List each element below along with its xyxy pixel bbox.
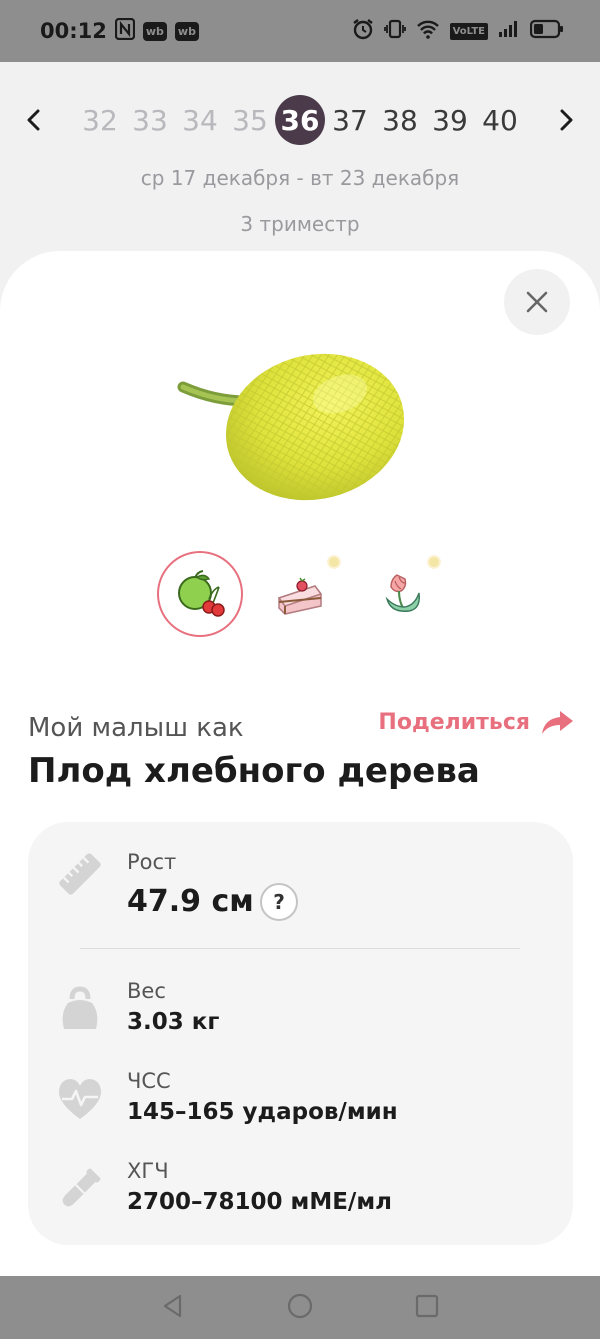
test-tube-icon bbox=[56, 1165, 104, 1213]
week-item[interactable]: 32 bbox=[75, 95, 125, 145]
volte-badge: VoLTE bbox=[449, 22, 488, 40]
variant-fruit-button[interactable] bbox=[157, 551, 243, 637]
comparison-caption: Мой малыш как bbox=[28, 713, 244, 743]
variant-flower-button[interactable] bbox=[357, 551, 443, 637]
week-item[interactable]: 37 bbox=[325, 95, 375, 145]
stat-value: 3.03 кг bbox=[127, 1009, 220, 1035]
comparison-variant-selector bbox=[0, 551, 600, 641]
cake-icon bbox=[277, 577, 323, 615]
variant-cake-button[interactable] bbox=[257, 551, 343, 637]
wifi-icon bbox=[416, 19, 440, 43]
back-icon[interactable] bbox=[160, 1293, 186, 1323]
fruit-sheet: Мой малыш как Поделиться Плод хлебного д… bbox=[0, 251, 600, 1276]
share-label: Поделиться bbox=[378, 709, 530, 735]
week-item[interactable]: 38 bbox=[375, 95, 425, 145]
vibrate-icon bbox=[383, 18, 406, 44]
week-item[interactable]: 39 bbox=[425, 95, 475, 145]
home-icon[interactable] bbox=[286, 1292, 314, 1324]
flower-icon bbox=[385, 574, 420, 612]
stat-label: Вес bbox=[127, 979, 166, 1003]
week-item-active[interactable]: 36 bbox=[275, 95, 325, 145]
week-selector: 32 33 34 35 36 37 38 39 40 ср 17 декабря… bbox=[0, 62, 600, 262]
fruit-name: Плод хлебного дерева bbox=[28, 751, 480, 791]
stats-card: Рост 47.9 см ? Вес 3.03 кг ЧСС 145–165 у… bbox=[28, 822, 573, 1245]
share-arrow-icon bbox=[542, 711, 573, 734]
week-item[interactable]: 34 bbox=[175, 95, 225, 145]
status-time: 00:12 bbox=[40, 19, 107, 43]
ruler-icon bbox=[56, 850, 104, 898]
next-week-button[interactable] bbox=[544, 98, 588, 142]
fruit-image bbox=[175, 339, 415, 509]
locked-dot-icon bbox=[327, 555, 341, 569]
date-range: ср 17 декабря - вт 23 декабря bbox=[140, 166, 460, 190]
locked-dot-icon bbox=[427, 555, 441, 569]
stat-value: 47.9 см bbox=[127, 884, 254, 919]
alarm-icon bbox=[352, 18, 374, 44]
week-item[interactable]: 40 bbox=[475, 95, 525, 145]
recents-icon[interactable] bbox=[414, 1293, 440, 1323]
battery-icon bbox=[529, 19, 564, 43]
fruit-icon bbox=[178, 570, 225, 617]
stat-label: Рост bbox=[127, 850, 177, 874]
signal-icon bbox=[498, 20, 520, 42]
status-bar: 00:12 wb wb VoLTE bbox=[0, 0, 600, 62]
stat-value: 145–165 ударов/мин bbox=[127, 1099, 398, 1125]
divider bbox=[80, 948, 520, 949]
wb-badge: wb bbox=[142, 21, 167, 41]
close-button[interactable] bbox=[504, 269, 570, 335]
heart-pulse-icon bbox=[56, 1075, 104, 1123]
week-item[interactable]: 33 bbox=[125, 95, 175, 145]
share-button[interactable]: Поделиться bbox=[378, 709, 574, 735]
stat-label: ЧСС bbox=[127, 1069, 171, 1093]
week-row: 32 33 34 35 36 37 38 39 40 bbox=[0, 90, 600, 150]
height-help-button[interactable]: ? bbox=[260, 883, 298, 921]
nfc-icon bbox=[114, 17, 135, 45]
weight-icon bbox=[56, 985, 104, 1033]
wb-badge: wb bbox=[174, 21, 199, 41]
stat-label: ХГЧ bbox=[127, 1159, 169, 1183]
trimester-label: 3 триместр bbox=[240, 212, 360, 236]
stat-value: 2700–78100 мМЕ/мл bbox=[127, 1189, 392, 1215]
close-icon bbox=[526, 291, 548, 313]
week-item[interactable]: 35 bbox=[225, 95, 275, 145]
system-nav-bar bbox=[0, 1276, 600, 1339]
prev-week-button[interactable] bbox=[12, 98, 56, 142]
